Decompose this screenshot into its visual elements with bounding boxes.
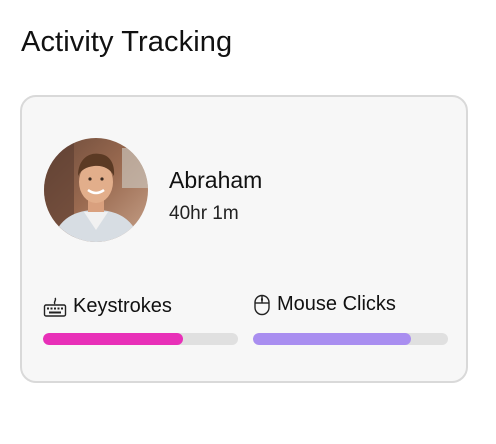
- mouse-clicks-label: Mouse Clicks: [253, 293, 396, 316]
- tracked-time: 40hr 1m: [169, 203, 239, 224]
- keystrokes-label: Keystrokes: [43, 295, 172, 318]
- mouse-clicks-progress-fill: [253, 333, 411, 345]
- activity-card: Abraham 40hr 1m Keystrokes Mouse Clicks: [20, 95, 468, 383]
- page-title: Activity Tracking: [21, 26, 233, 58]
- avatar: [44, 138, 148, 242]
- mouse-icon: [253, 294, 271, 316]
- mouse-clicks-text: Mouse Clicks: [277, 293, 396, 315]
- keyboard-icon: [43, 296, 67, 318]
- keystrokes-text: Keystrokes: [73, 295, 172, 317]
- mouse-clicks-progress-bar: [253, 333, 448, 345]
- keystrokes-progress-fill: [43, 333, 184, 345]
- keystrokes-progress-bar: [43, 333, 238, 345]
- user-name: Abraham: [169, 167, 263, 193]
